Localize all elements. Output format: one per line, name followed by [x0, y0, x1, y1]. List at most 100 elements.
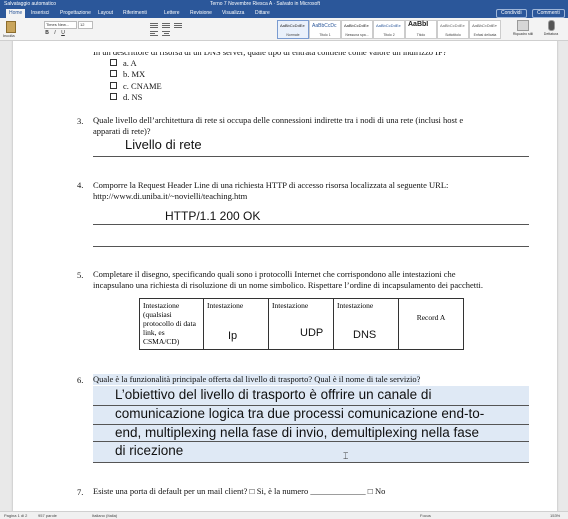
tab-mailings[interactable]: Lettere [164, 10, 180, 16]
tab-dictate[interactable]: Dittare [255, 10, 270, 16]
numbering-icon[interactable] [162, 22, 170, 28]
font-name-select[interactable]: Times New... [44, 21, 77, 29]
table-cell-datalink[interactable]: Intestazione (qualsiasi protocollo di da… [139, 298, 204, 350]
style-name: Titolo 2 [383, 33, 395, 37]
styles-pane-icon [517, 20, 529, 31]
table-answer: Ip [228, 330, 238, 342]
bullets-icon[interactable] [150, 22, 158, 28]
table-header: Intestazione (qualsiasi protocollo di da… [143, 301, 196, 346]
microphone-icon [547, 20, 555, 31]
q6-answer-line-2[interactable]: comunicazione logica tra due processi co… [115, 406, 484, 421]
multilevel-list-icon[interactable] [174, 22, 182, 28]
style-name: Nessuna spa... [345, 33, 369, 37]
comments-button[interactable]: Commenti [532, 9, 565, 18]
q3-question-line-1: Quale livello dell’architettura di rete … [93, 115, 464, 125]
tab-view[interactable]: Visualizza [222, 10, 244, 16]
q6-answer-line-4[interactable]: di ricezione [115, 443, 183, 458]
table-cell-dns[interactable]: Intestazione DNS [333, 298, 399, 350]
dictate-button[interactable]: Dettatura [540, 20, 562, 38]
share-button[interactable]: Condividi [496, 9, 527, 18]
style-sample: AaBbCcDdEe [376, 23, 401, 28]
q2-option-d[interactable]: d. NS [110, 92, 142, 102]
style-heading-1[interactable]: AaBbCcDc Titolo 1 [309, 20, 341, 39]
style-name: Titolo 1 [319, 33, 331, 37]
title-bar: Salvataggio automatico Terno 7 Novembre … [0, 0, 568, 8]
option-label: d. NS [123, 92, 143, 102]
q6-answer-line-3[interactable]: end, multiplexing nella fase di invio, d… [115, 425, 479, 440]
style-sample: AaBbI [408, 21, 429, 28]
italic-button[interactable]: I [52, 30, 58, 36]
autosave-label[interactable]: Salvataggio automatico [4, 0, 56, 8]
styles-pane-label: Riquadro stili [512, 32, 534, 36]
align-left-icon[interactable] [150, 30, 158, 36]
font-size-select[interactable]: 12 [78, 21, 93, 29]
checkbox-icon[interactable] [110, 59, 117, 66]
q4-question-line-1: Comporre la Request Header Line di una r… [93, 180, 449, 190]
checkbox-icon[interactable] [110, 82, 117, 89]
tab-layout[interactable]: Layout [98, 10, 113, 16]
clipboard-icon [6, 21, 16, 33]
q4-number: 4. [77, 180, 84, 190]
tab-insert[interactable]: Inserisci [31, 10, 49, 16]
q5-number: 5. [77, 270, 84, 280]
document-page[interactable]: In un descrittore di risorsa di un DNS s… [13, 41, 557, 511]
q2-option-c[interactable]: c. CNAME [110, 81, 162, 91]
table-cell-record[interactable]: Record A [398, 298, 464, 350]
style-sample: AaBbCcDdEe [280, 23, 305, 28]
style-sample: AaBbCcDdEe [440, 23, 465, 28]
q7-question: Esiste una porta di default per un mail … [93, 486, 386, 496]
style-sample: AaBbCcDdEe [344, 23, 369, 28]
style-name: Sottotitolo [445, 33, 461, 37]
styles-pane-button[interactable]: Riquadro stili [512, 20, 534, 38]
checkbox-icon[interactable] [110, 93, 117, 100]
table-header: Intestazione [337, 301, 374, 310]
style-normal[interactable]: AaBbCcDdEe Normale [277, 20, 309, 39]
paste-label: Incolla [3, 33, 15, 38]
window-title: Terno 7 Novembre Riesca A · Salvato in M… [210, 1, 321, 7]
table-header: Intestazione [207, 301, 244, 310]
encapsulation-table: Intestazione (qualsiasi protocollo di da… [139, 298, 464, 350]
table-cell-ip[interactable]: Intestazione Ip [203, 298, 269, 350]
style-name: Titolo [416, 33, 426, 37]
table-cell-udp[interactable]: Intestazione UDP [268, 298, 334, 350]
q6-number: 6. [77, 375, 84, 385]
q2-option-a[interactable]: a. A [110, 58, 137, 68]
underline-button[interactable]: U [60, 30, 66, 36]
ribbon-tabs: Home Inserisci Progettazione Layout Rife… [0, 8, 568, 18]
answer-line [93, 462, 529, 463]
style-subtitle[interactable]: AaBbCcDdEe Sottotitolo [437, 20, 469, 39]
style-title[interactable]: AaBbI Titolo [405, 20, 437, 39]
paste-button[interactable]: Incolla [3, 21, 16, 38]
style-no-spacing[interactable]: AaBbCcDdEe Nessuna spa... [341, 20, 373, 39]
answer-line [93, 224, 529, 225]
q2-text: In un descrittore di risorsa di un DNS s… [93, 47, 447, 57]
answer-line [93, 441, 529, 442]
tab-home[interactable]: Home [6, 9, 26, 18]
style-name: Enfasi delicata [473, 33, 497, 37]
table-answer: DNS [353, 329, 377, 341]
q2-option-b[interactable]: b. MX [110, 69, 145, 79]
table-answer: UDP [300, 327, 324, 339]
style-subtle-emphasis[interactable]: AaBbCcDdEe Enfasi delicata [469, 20, 501, 39]
style-heading-2[interactable]: AaBbCcDdEe Titolo 2 [373, 20, 405, 39]
tab-design[interactable]: Progettazione [60, 10, 91, 16]
q3-question-line-2: apparati di rete)? [93, 126, 151, 136]
align-center-icon[interactable] [162, 30, 170, 36]
dictate-label: Dettatura [543, 32, 559, 36]
bold-button[interactable]: B [44, 30, 50, 36]
table-header: Intestazione [272, 301, 309, 310]
style-sample: AaBbCcDc [312, 23, 337, 29]
table-header: Record A [416, 313, 446, 322]
tab-review[interactable]: Revisione [190, 10, 212, 16]
document-area[interactable]: In un descrittore di risorsa di un DNS s… [0, 41, 568, 511]
q6-question: Quale è la funzionalità principale offer… [93, 374, 421, 385]
checkbox-icon[interactable] [110, 70, 117, 77]
q3-answer[interactable]: Livello di rete [125, 137, 202, 152]
ribbon: Incolla Times New... 12 B I U AaBbCcDdEe… [0, 18, 568, 41]
q3-number: 3. [77, 116, 84, 126]
style-sample: AaBbCcDdEe [472, 23, 497, 28]
tab-references[interactable]: Riferimenti [123, 10, 147, 16]
q4-answer[interactable]: HTTP/1.1 200 OK [165, 209, 260, 223]
text-cursor-icon: ⌶ [343, 451, 349, 461]
q6-answer-line-1[interactable]: L’obiettivo del livello di trasporto è o… [115, 387, 431, 402]
